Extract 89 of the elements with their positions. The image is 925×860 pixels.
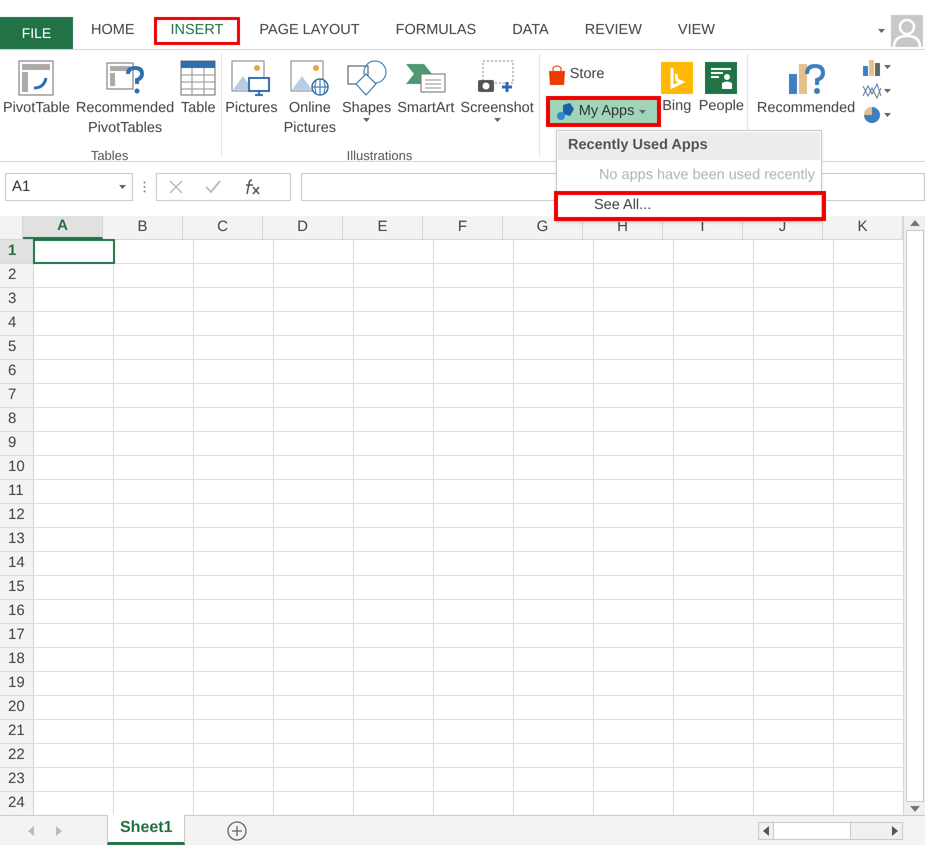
row-header[interactable]: 3 (0, 288, 34, 311)
column-header[interactable]: F (423, 216, 503, 239)
row-header[interactable]: 16 (0, 600, 34, 623)
row-header[interactable]: 8 (0, 408, 34, 431)
row-header[interactable]: 12 (0, 504, 34, 527)
ribbon-tab[interactable]: HOME (74, 17, 152, 45)
caret-icon (884, 65, 892, 69)
column-header[interactable]: A (23, 216, 103, 239)
row-header[interactable]: 17 (0, 624, 34, 647)
scroll-down-icon[interactable] (910, 806, 920, 812)
caret-icon (639, 110, 646, 114)
row-header[interactable]: 24 (0, 792, 34, 815)
row-header[interactable]: 23 (0, 768, 34, 791)
recommended-pivot-icon (106, 60, 144, 96)
more-icon (143, 181, 146, 193)
row-header[interactable]: 19 (0, 672, 34, 695)
function-icon (243, 179, 261, 195)
ribbon-tab[interactable]: VIEW (660, 17, 732, 45)
scroll-right-icon (56, 826, 62, 836)
row-header[interactable]: 9 (0, 432, 34, 455)
line-chart-icon (862, 82, 882, 100)
ribbon-button[interactable]: Pictures (222, 54, 281, 146)
caret-icon (119, 185, 126, 189)
ribbon-button[interactable]: Table (177, 54, 220, 146)
ribbon-tab[interactable]: DATA (495, 17, 566, 45)
people-graph-icon (705, 62, 738, 94)
enter-check-icon (205, 180, 221, 194)
menu-header: Recently Used Apps (558, 132, 820, 160)
row-header[interactable]: 21 (0, 720, 34, 743)
caret-icon (884, 89, 892, 93)
group-label: Tables (90, 147, 128, 165)
row-header[interactable]: 11 (0, 480, 34, 503)
online-pictures-icon (290, 60, 330, 96)
ribbon-tab[interactable]: REVIEW (568, 17, 659, 45)
row-header[interactable]: 14 (0, 552, 34, 575)
file-tab[interactable]: FILE (0, 17, 73, 49)
ribbon-button[interactable]: Shapes (339, 54, 394, 146)
ribbon-button[interactable]: Online Pictures (280, 54, 340, 146)
column-header[interactable]: C (183, 216, 263, 239)
row-header[interactable]: 7 (0, 384, 34, 407)
row-header[interactable]: 20 (0, 696, 34, 719)
shopping-bag-icon (548, 65, 566, 85)
column-header[interactable]: E (343, 216, 423, 239)
ribbon-button[interactable]: Screenshot (457, 54, 537, 146)
caret-icon (884, 113, 892, 117)
menu-item[interactable]: See All... (554, 191, 826, 221)
ribbon-button[interactable]: PivotTable (0, 54, 73, 146)
sheet-tab[interactable]: Sheet1 (107, 814, 186, 844)
row-header[interactable]: 6 (0, 360, 34, 383)
row-header[interactable]: 1 (0, 240, 34, 263)
my-apps-button[interactable]: My Apps (546, 96, 661, 127)
row-header[interactable]: 18 (0, 648, 34, 671)
group-label: Illustrations (346, 147, 412, 165)
ribbon-button[interactable]: SmartArt (394, 54, 458, 146)
vertical-scrollbar[interactable] (903, 216, 925, 816)
scroll-up-icon[interactable] (910, 220, 920, 226)
scroll-left-icon[interactable] (763, 826, 769, 836)
row-header[interactable]: 13 (0, 528, 34, 551)
bing-icon (660, 62, 693, 94)
shapes-icon (346, 60, 388, 96)
pivot-table-icon (18, 60, 54, 96)
column-header[interactable]: G (503, 216, 583, 239)
row-header[interactable]: 2 (0, 264, 34, 287)
table-icon (180, 60, 216, 96)
column-chart-icon (862, 58, 882, 76)
column-header[interactable]: D (263, 216, 343, 239)
ribbon-tab[interactable]: FORMULAS (378, 17, 494, 45)
row-header[interactable]: 4 (0, 312, 34, 335)
row-header[interactable]: 15 (0, 576, 34, 599)
active-cell[interactable] (34, 240, 114, 263)
name-box[interactable]: A1 (5, 173, 133, 201)
scroll-right-icon[interactable] (892, 826, 898, 836)
ribbon-tab[interactable]: PAGE LAYOUT (242, 17, 377, 45)
row-header[interactable]: 10 (0, 456, 34, 479)
column-header[interactable]: B (103, 216, 183, 239)
horizontal-scrollbar[interactable] (758, 822, 903, 840)
caret-icon (878, 29, 885, 33)
apps-icon (556, 102, 574, 120)
add-sheet-icon (227, 820, 248, 840)
ribbon-button[interactable]: Recommended PivotTables (72, 54, 178, 146)
pie-chart-icon (862, 106, 882, 124)
scroll-left-icon (28, 826, 34, 836)
row-header[interactable]: 5 (0, 336, 34, 359)
row-header[interactable]: 22 (0, 744, 34, 767)
column-header[interactable]: K (823, 216, 903, 239)
cancel-icon (169, 180, 183, 194)
pictures-icon (231, 60, 272, 96)
store-button[interactable]: Store (546, 62, 658, 88)
ribbon-tab[interactable]: INSERT (154, 17, 240, 45)
